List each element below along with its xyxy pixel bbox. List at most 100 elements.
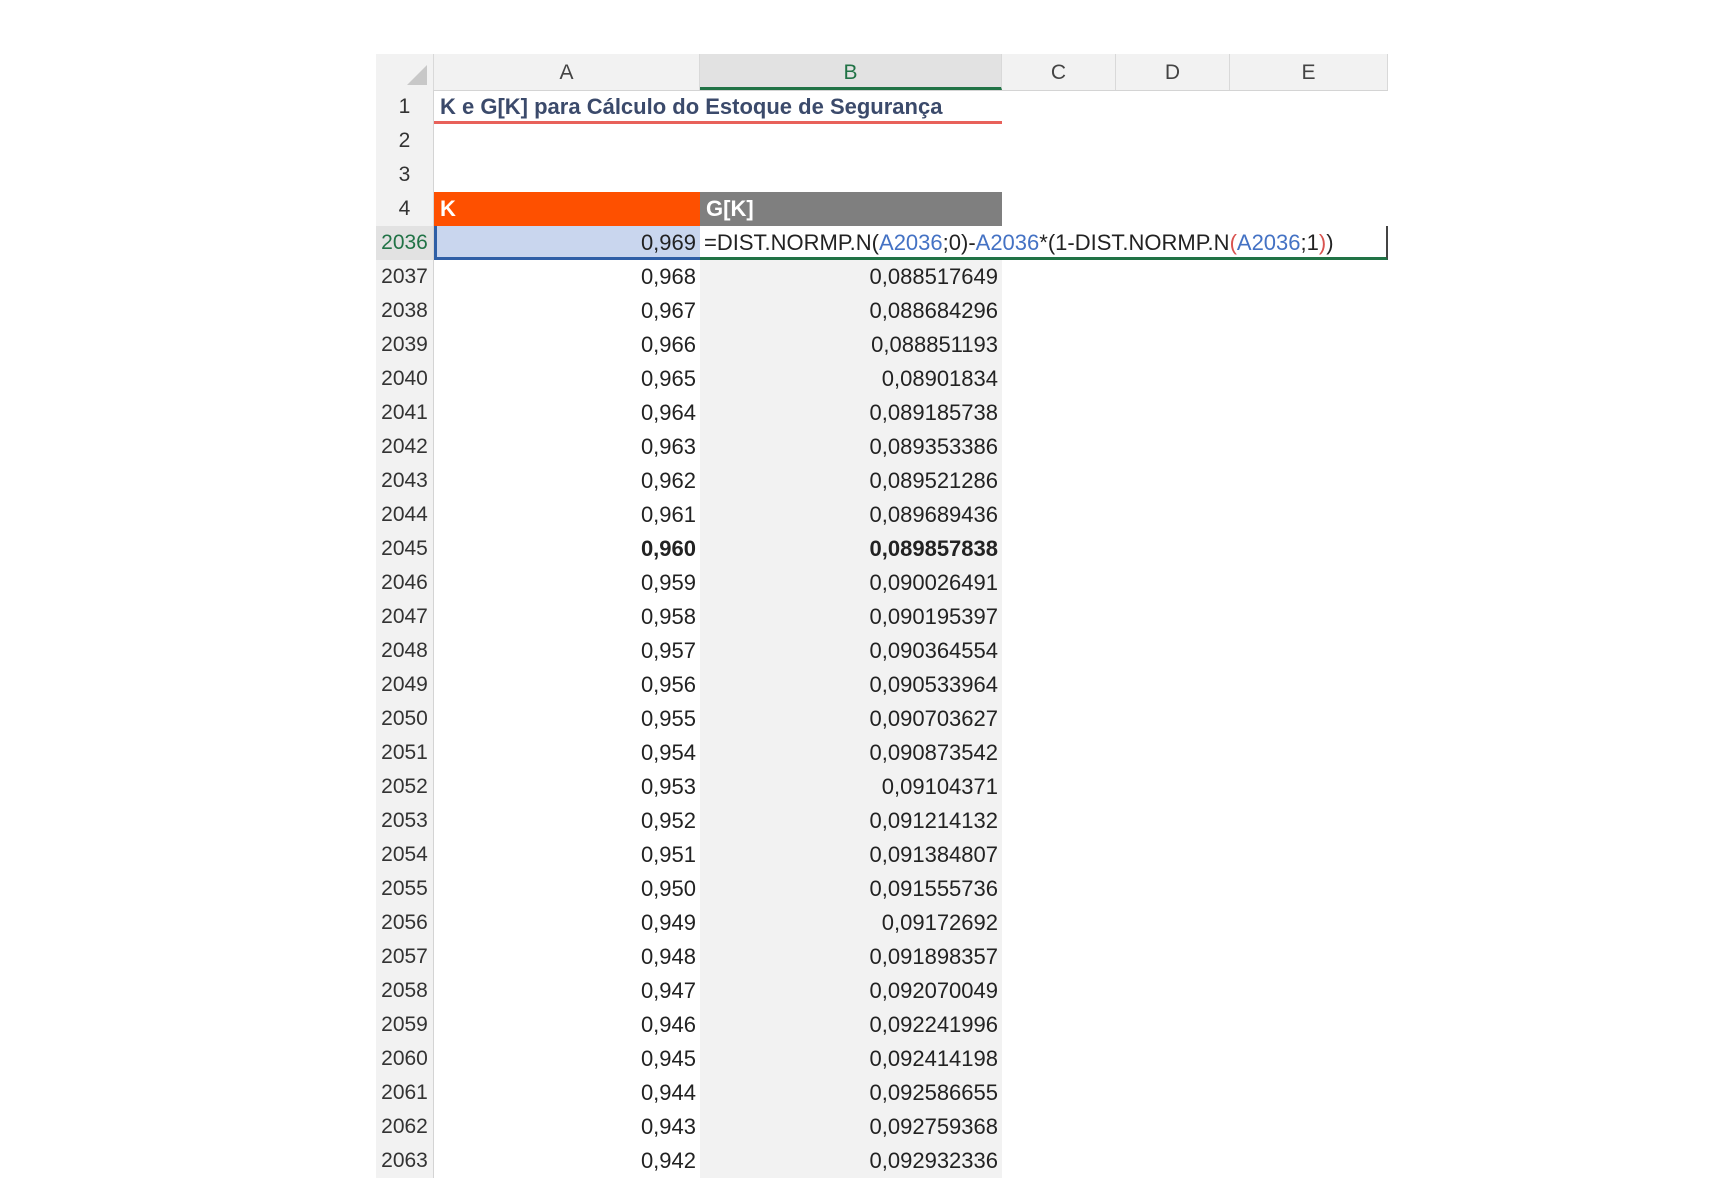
k-value-cell[interactable]: 0,962 xyxy=(434,464,700,498)
gk-value-cell[interactable]: 0,091214132 xyxy=(700,804,1002,838)
k-value-cell[interactable]: 0,947 xyxy=(434,974,700,1008)
gk-value-cell[interactable]: 0,089857838 xyxy=(700,532,1002,566)
gk-column-header-cell[interactable]: G[K] xyxy=(700,192,1002,226)
row-number[interactable]: 2038 xyxy=(376,294,434,328)
k-value-cell[interactable]: 0,946 xyxy=(434,1008,700,1042)
gk-value-cell[interactable]: 0,090703627 xyxy=(700,702,1002,736)
row-number[interactable]: 2055 xyxy=(376,872,434,906)
k-value-cell[interactable]: 0,949 xyxy=(434,906,700,940)
row-number[interactable]: 2041 xyxy=(376,396,434,430)
gk-value-cell[interactable]: 0,092241996 xyxy=(700,1008,1002,1042)
row-number[interactable]: 2060 xyxy=(376,1042,434,1076)
row-number[interactable]: 2051 xyxy=(376,736,434,770)
formula-reference: A2036 xyxy=(975,230,1040,255)
selected-k-cell[interactable]: 0,969 xyxy=(434,226,700,260)
k-value-cell[interactable]: 0,944 xyxy=(434,1076,700,1110)
k-value-cell[interactable]: 0,942 xyxy=(434,1144,700,1178)
row-number[interactable]: 2056 xyxy=(376,906,434,940)
row-number[interactable]: 2062 xyxy=(376,1110,434,1144)
gk-value-cell[interactable]: 0,092932336 xyxy=(700,1144,1002,1178)
row-number[interactable]: 2040 xyxy=(376,362,434,396)
column-header-a[interactable]: A xyxy=(434,54,700,90)
gk-value-cell[interactable]: 0,092586655 xyxy=(700,1076,1002,1110)
k-value-cell[interactable]: 0,957 xyxy=(434,634,700,668)
k-value-cell[interactable]: 0,951 xyxy=(434,838,700,872)
k-value-cell[interactable]: 0,959 xyxy=(434,566,700,600)
row-number[interactable]: 2058 xyxy=(376,974,434,1008)
k-value-cell[interactable]: 0,968 xyxy=(434,260,700,294)
k-column-header-cell[interactable]: K xyxy=(434,192,700,226)
k-value-cell[interactable]: 0,963 xyxy=(434,430,700,464)
row-number[interactable]: 2054 xyxy=(376,838,434,872)
gk-value-cell[interactable]: 0,088517649 xyxy=(700,260,1002,294)
row-number[interactable]: 2037 xyxy=(376,260,434,294)
spreadsheet-grid[interactable]: A B C D E 1 K e G[K] para Cálculo do Est… xyxy=(376,54,1388,1178)
column-header-b[interactable]: B xyxy=(700,54,1002,90)
row-number[interactable]: 2046 xyxy=(376,566,434,600)
gk-value-cell[interactable]: 0,08901834 xyxy=(700,362,1002,396)
row-number[interactable]: 2059 xyxy=(376,1008,434,1042)
gk-value-cell[interactable]: 0,09104371 xyxy=(700,770,1002,804)
row-number[interactable]: 4 xyxy=(376,192,434,226)
row-number[interactable]: 3 xyxy=(376,158,434,192)
k-value-cell[interactable]: 0,956 xyxy=(434,668,700,702)
k-value-cell[interactable]: 0,960 xyxy=(434,532,700,566)
k-value-cell[interactable]: 0,945 xyxy=(434,1042,700,1076)
select-all-corner[interactable] xyxy=(376,54,434,90)
row-number[interactable]: 2049 xyxy=(376,668,434,702)
gk-value-cell[interactable]: 0,090873542 xyxy=(700,736,1002,770)
gk-value-cell[interactable]: 0,091898357 xyxy=(700,940,1002,974)
k-value-cell[interactable]: 0,952 xyxy=(434,804,700,838)
gk-value-cell[interactable]: 0,090364554 xyxy=(700,634,1002,668)
row-number[interactable]: 2047 xyxy=(376,600,434,634)
k-value-cell[interactable]: 0,953 xyxy=(434,770,700,804)
column-header-d[interactable]: D xyxy=(1116,54,1230,90)
k-value-cell[interactable]: 0,967 xyxy=(434,294,700,328)
gk-value-cell[interactable]: 0,089689436 xyxy=(700,498,1002,532)
row-number-active[interactable]: 2036 xyxy=(376,226,434,260)
k-value-cell[interactable]: 0,966 xyxy=(434,328,700,362)
row-number[interactable]: 1 xyxy=(376,90,434,124)
k-value-cell[interactable]: 0,961 xyxy=(434,498,700,532)
column-header-e[interactable]: E xyxy=(1230,54,1388,90)
k-value-cell[interactable]: 0,958 xyxy=(434,600,700,634)
gk-value-cell[interactable]: 0,090533964 xyxy=(700,668,1002,702)
row-number[interactable]: 2043 xyxy=(376,464,434,498)
gk-value-cell[interactable]: 0,092414198 xyxy=(700,1042,1002,1076)
row-number[interactable]: 2050 xyxy=(376,702,434,736)
gk-value-cell[interactable]: 0,090195397 xyxy=(700,600,1002,634)
k-value-cell[interactable]: 0,950 xyxy=(434,872,700,906)
row-number[interactable]: 2063 xyxy=(376,1144,434,1178)
formula-edit-cell[interactable]: =DIST.NORMP.N(A2036;0)-A2036*(1-DIST.NOR… xyxy=(700,226,1388,260)
k-value-cell[interactable]: 0,955 xyxy=(434,702,700,736)
formula-part: ;1 xyxy=(1300,230,1319,255)
gk-value-cell[interactable]: 0,091555736 xyxy=(700,872,1002,906)
k-value-cell[interactable]: 0,965 xyxy=(434,362,700,396)
row-number[interactable]: 2045 xyxy=(376,532,434,566)
gk-value-cell[interactable]: 0,089353386 xyxy=(700,430,1002,464)
row-number[interactable]: 2044 xyxy=(376,498,434,532)
gk-value-cell[interactable]: 0,092759368 xyxy=(700,1110,1002,1144)
row-number[interactable]: 2057 xyxy=(376,940,434,974)
row-number[interactable]: 2052 xyxy=(376,770,434,804)
gk-value-cell[interactable]: 0,088684296 xyxy=(700,294,1002,328)
row-number[interactable]: 2048 xyxy=(376,634,434,668)
row-number[interactable]: 2 xyxy=(376,124,434,158)
row-number[interactable]: 2042 xyxy=(376,430,434,464)
gk-value-cell[interactable]: 0,090026491 xyxy=(700,566,1002,600)
row-number[interactable]: 2053 xyxy=(376,804,434,838)
gk-value-cell[interactable]: 0,089185738 xyxy=(700,396,1002,430)
gk-value-cell[interactable]: 0,09172692 xyxy=(700,906,1002,940)
gk-value-cell[interactable]: 0,091384807 xyxy=(700,838,1002,872)
k-value-cell[interactable]: 0,943 xyxy=(434,1110,700,1144)
column-header-c[interactable]: C xyxy=(1002,54,1116,90)
k-value-cell[interactable]: 0,948 xyxy=(434,940,700,974)
gk-value-cell[interactable]: 0,089521286 xyxy=(700,464,1002,498)
row-number[interactable]: 2061 xyxy=(376,1076,434,1110)
gk-value-cell[interactable]: 0,088851193 xyxy=(700,328,1002,362)
k-value-cell[interactable]: 0,964 xyxy=(434,396,700,430)
k-value-cell[interactable]: 0,954 xyxy=(434,736,700,770)
gk-value-cell[interactable]: 0,092070049 xyxy=(700,974,1002,1008)
row-number[interactable]: 2039 xyxy=(376,328,434,362)
sheet-title-cell[interactable]: K e G[K] para Cálculo do Estoque de Segu… xyxy=(438,90,998,124)
